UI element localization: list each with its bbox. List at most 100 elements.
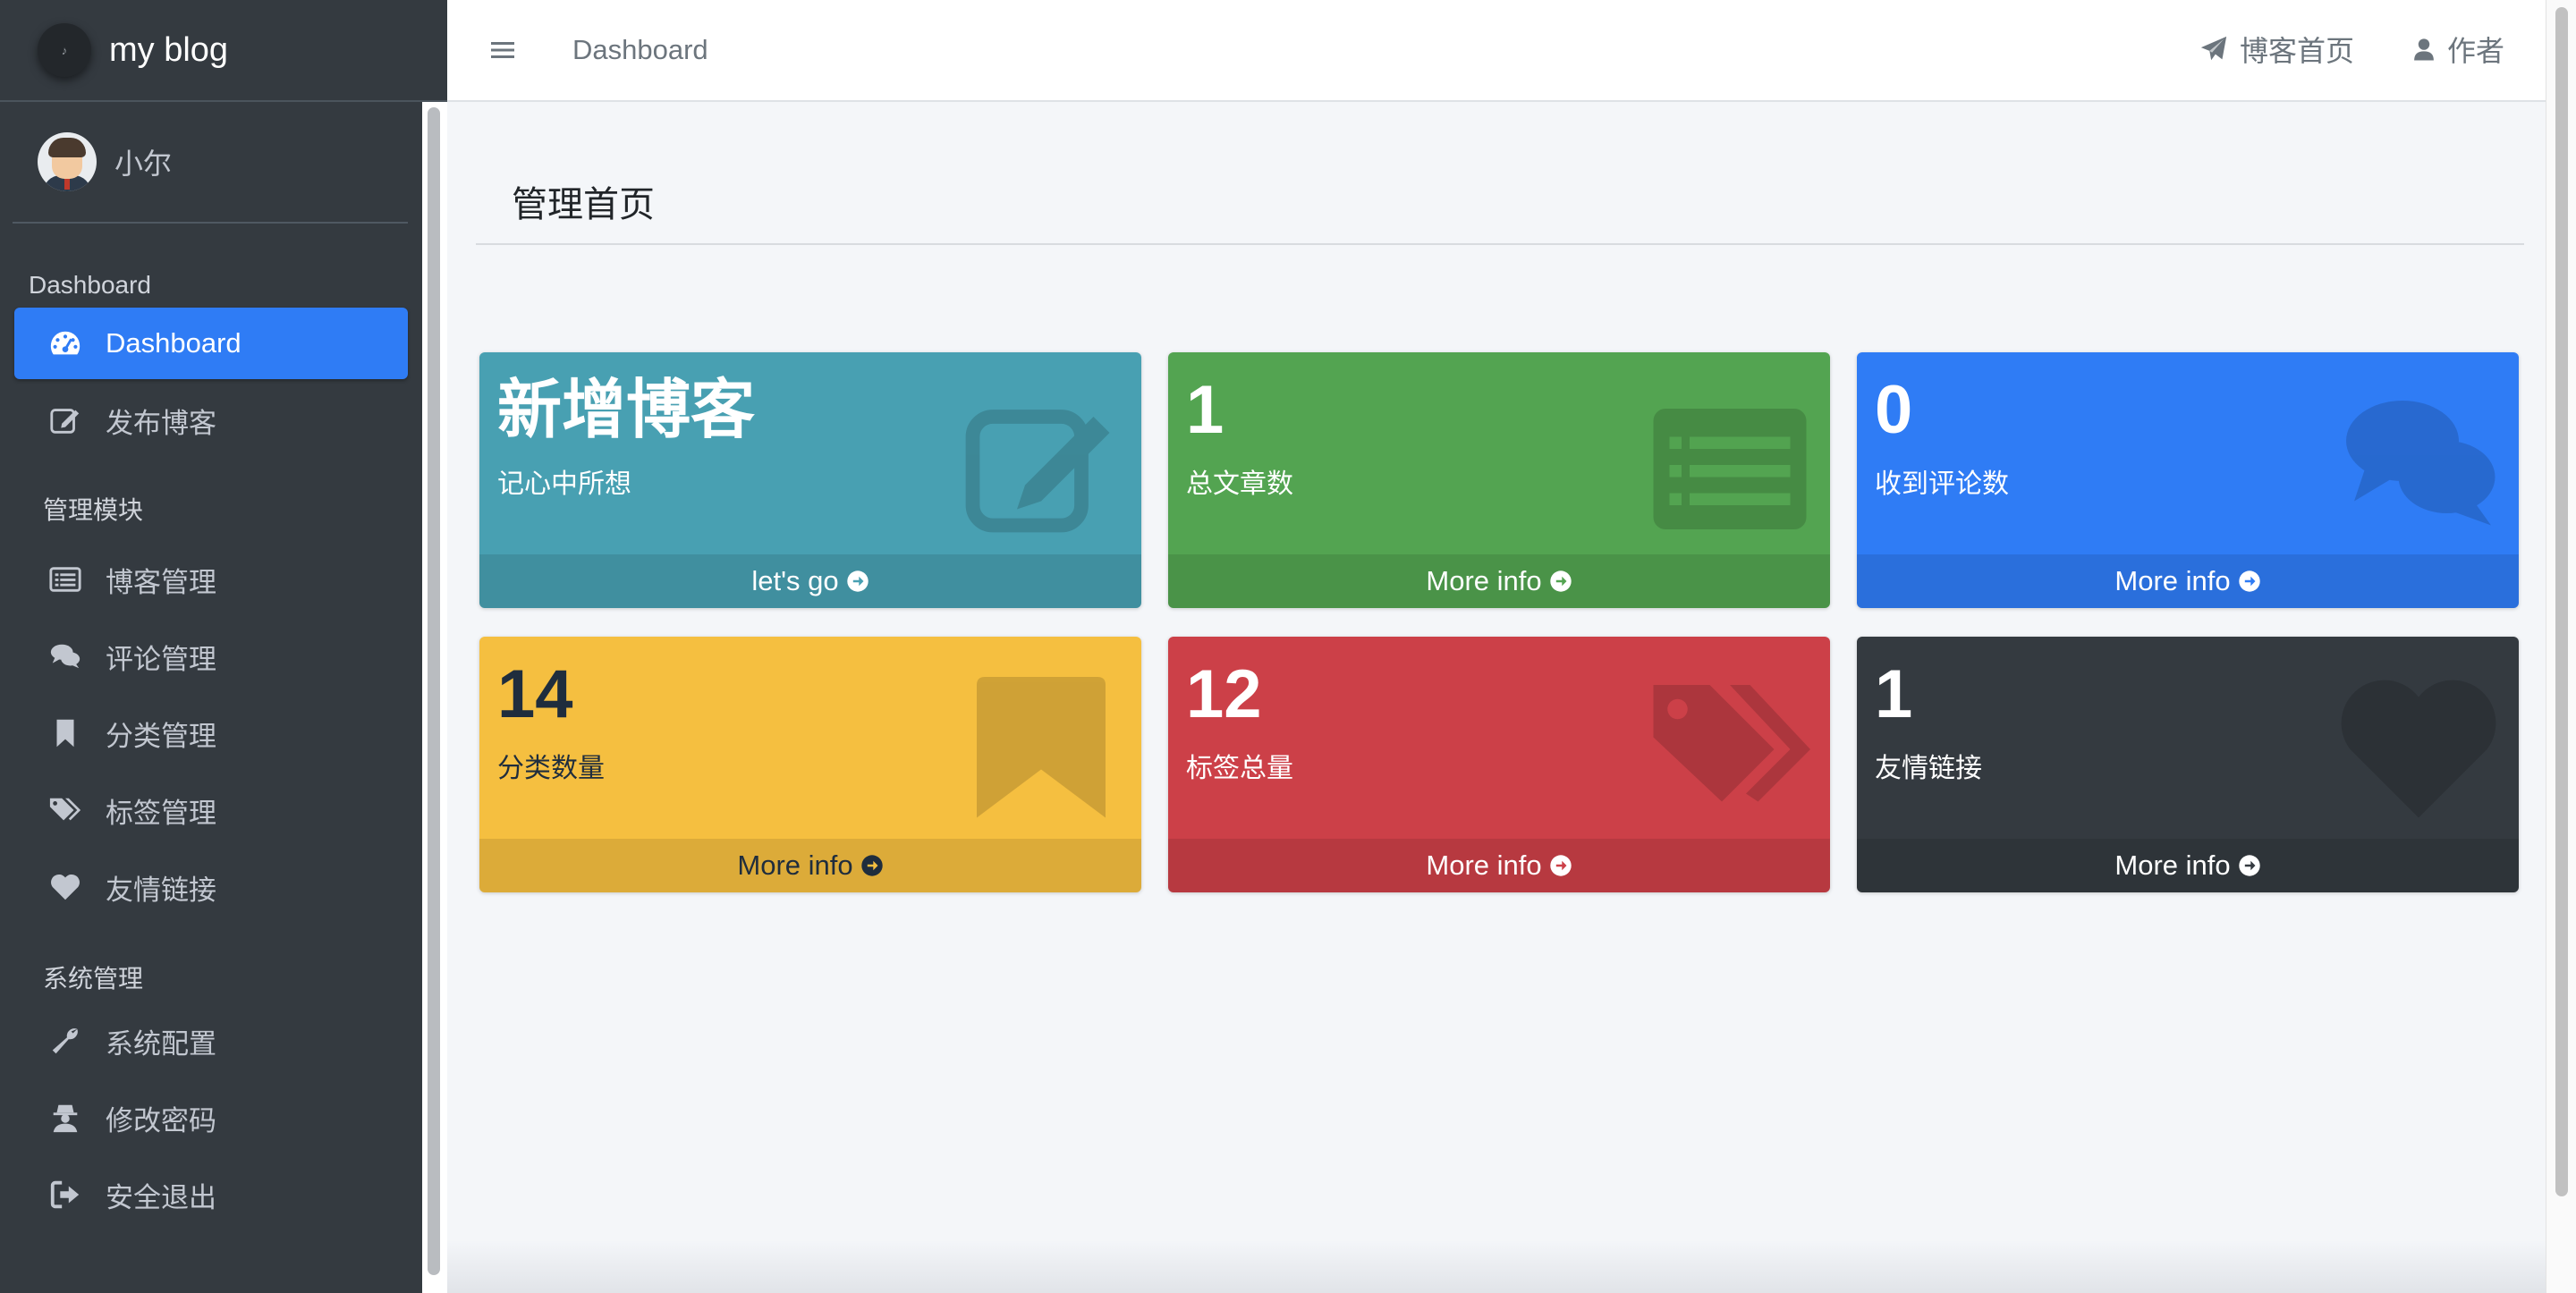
bookmark-icon [977, 677, 1106, 818]
brand-logo-icon: ♪ [38, 23, 91, 77]
user-secret-icon [45, 1100, 86, 1136]
sidebar-item-change-password[interactable]: 修改密码 [14, 1082, 408, 1154]
sidebar-item-dashboard[interactable]: Dashboard [14, 308, 408, 379]
box-label: 友情链接 [1875, 754, 1982, 783]
sidebar-item-label: 评论管理 [106, 643, 216, 675]
heart-icon [2341, 680, 2496, 818]
title-divider [476, 243, 2524, 245]
brand-title: my blog [109, 30, 229, 69]
box-value: 1 [1186, 372, 1224, 448]
sidebar-item-system-config[interactable]: 系统配置 [14, 1005, 408, 1077]
arrow-circle-right-icon [2238, 570, 2260, 592]
small-box-friend-links: 1 友情链接 More info [1857, 637, 2519, 892]
content-bottom-shade [447, 1239, 2546, 1293]
page-title: 管理首页 [512, 185, 655, 224]
box-label: 收到评论数 [1875, 469, 2009, 499]
arrow-circle-right-icon [860, 855, 883, 876]
box-value: 12 [1186, 656, 1262, 732]
content-wrapper: Dashboard 博客首页 作者 管理首页 新增博客 记心中所想 let's … [447, 0, 2546, 1293]
arrow-circle-right-icon [2238, 855, 2260, 876]
sidebar-item-label: 安全退出 [106, 1181, 216, 1213]
sidebar-item-tag-manage[interactable]: 标签管理 [14, 774, 408, 846]
box-label: 总文章数 [1186, 469, 1293, 499]
sidebar-item-label: 友情链接 [106, 874, 216, 906]
list-icon [1653, 409, 1807, 529]
sidebar-item-logout[interactable]: 安全退出 [14, 1159, 408, 1230]
sidebar-scrollbar-thumb[interactable] [428, 107, 440, 1275]
small-box-new-blog: 新增博客 记心中所想 let's go [479, 352, 1141, 608]
avatar [38, 132, 97, 191]
sidebar-item-label: 博客管理 [106, 566, 216, 598]
list-icon [45, 562, 86, 597]
box-footer-link[interactable]: More info [1857, 554, 2519, 608]
box-label: 分类数量 [497, 754, 605, 783]
edit-icon [45, 402, 86, 438]
user-icon [2414, 38, 2434, 61]
box-footer-label: More info [1426, 565, 1542, 596]
box-footer-link[interactable]: More info [1168, 839, 1830, 892]
tags-icon [45, 792, 86, 828]
blog-home-label: 博客首页 [2239, 35, 2354, 67]
sidebar-item-category-manage[interactable]: 分类管理 [14, 697, 408, 769]
edit-icon [965, 410, 1110, 533]
box-footer-link[interactable]: let's go [479, 554, 1141, 608]
box-footer-link[interactable]: More info [1168, 554, 1830, 608]
paper-plane-icon [2200, 36, 2227, 61]
dashboard-icon [45, 325, 86, 361]
sidebar-item-label: 标签管理 [106, 797, 216, 829]
box-footer-label: More info [2114, 565, 2231, 596]
box-footer-label: More info [1426, 849, 1542, 881]
nav-header-dashboard: Dashboard [29, 271, 151, 299]
top-navbar: Dashboard 博客首页 作者 [447, 0, 2546, 102]
sidebar-item-label: 修改密码 [106, 1104, 216, 1137]
sidebar-item-label: 分类管理 [106, 720, 216, 752]
bookmark-icon [45, 715, 86, 751]
user-name: 小尔 [114, 148, 173, 180]
nav-header-system: 系统管理 [43, 965, 144, 993]
sidebar-item-label: 发布博客 [106, 407, 216, 439]
arrow-circle-right-icon [846, 570, 869, 592]
small-box-comments: 0 收到评论数 More info [1857, 352, 2519, 608]
author-label: 作者 [2446, 35, 2504, 67]
box-footer-link[interactable]: More info [1857, 839, 2519, 892]
page-scrollbar[interactable] [2546, 0, 2576, 1293]
navbar-title[interactable]: Dashboard [572, 34, 708, 66]
nav-header-manage: 管理模块 [43, 496, 144, 524]
box-footer-label: let's go [751, 565, 839, 596]
box-value: 14 [497, 656, 573, 732]
tags-icon [1653, 685, 1810, 802]
sidebar-item-blog-manage[interactable]: 博客管理 [14, 544, 408, 615]
box-footer-label: More info [2114, 849, 2231, 881]
arrow-circle-right-icon [1549, 570, 1572, 592]
comments-icon [45, 638, 86, 674]
box-value: 新增博客 [497, 375, 756, 446]
sidebar-scrollbar[interactable] [422, 102, 447, 1293]
sidebar-item-publish[interactable]: 发布博客 [14, 385, 408, 456]
heart-icon [45, 869, 86, 905]
box-label: 记心中所想 [497, 469, 631, 499]
arrow-circle-right-icon [1549, 855, 1572, 876]
blog-home-link[interactable]: 博客首页 [2199, 29, 2354, 70]
navbar-right: 博客首页 作者 [2141, 29, 2504, 70]
box-footer-link[interactable]: More info [479, 839, 1141, 892]
small-box-tags: 12 标签总量 More info [1168, 637, 1830, 892]
box-value: 0 [1875, 372, 1913, 448]
comments-icon [2346, 401, 2496, 526]
sidebar-item-comment-manage[interactable]: 评论管理 [14, 621, 408, 692]
page-scrollbar-thumb[interactable] [2555, 7, 2568, 1196]
small-box-articles: 1 总文章数 More info [1168, 352, 1830, 608]
box-value: 1 [1875, 656, 1913, 732]
brand-link[interactable]: ♪ my blog [0, 0, 447, 102]
author-link[interactable]: 作者 [2411, 29, 2504, 70]
sidebar-menu: 小尔 Dashboard Dashboard 发布博客 管理模块 博客管理 评论… [0, 102, 422, 1293]
wrench-icon [45, 1023, 86, 1059]
sidebar-item-label: Dashboard [106, 327, 242, 359]
user-panel[interactable]: 小尔 [13, 102, 408, 224]
small-box-categories: 14 分类数量 More info [479, 637, 1141, 892]
sidebar-item-label: 系统配置 [106, 1027, 216, 1060]
sign-out-icon [45, 1177, 86, 1213]
sidebar: ♪ my blog 小尔 Dashboard Dashboard 发布博客 管理… [0, 0, 447, 1293]
sidebar-item-friend-links[interactable]: 友情链接 [14, 851, 408, 923]
menu-toggle-button[interactable] [487, 34, 519, 66]
box-label: 标签总量 [1186, 754, 1293, 783]
